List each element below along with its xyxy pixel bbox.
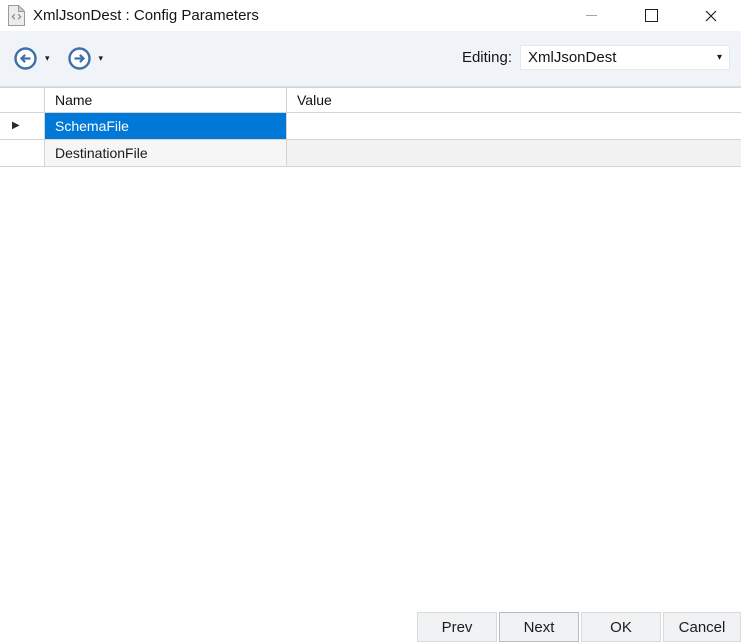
back-icon (14, 47, 37, 70)
title-bar: XmlJsonDest : Config Parameters (0, 0, 741, 31)
editing-combobox-value: XmlJsonDest (528, 49, 617, 66)
config-parameters-grid: Name Value ▶ SchemaFile DestinationFile (0, 87, 741, 638)
column-header-name[interactable]: Name (45, 88, 287, 112)
editing-combobox[interactable]: XmlJsonDest ▾ (520, 45, 730, 70)
table-row-schemafile: ▶ SchemaFile (0, 113, 741, 140)
editing-label: Editing: (461, 49, 512, 66)
forward-icon (67, 47, 91, 70)
column-header-value[interactable]: Value (287, 88, 741, 112)
close-icon (705, 10, 717, 21)
back-button[interactable] (13, 46, 38, 71)
grid-header: Name Value (0, 88, 741, 113)
maximize-icon (644, 9, 658, 22)
window-controls (561, 0, 741, 31)
value-cell-destinationfile[interactable] (287, 140, 741, 166)
maximize-button[interactable] (621, 0, 681, 31)
row-selector-cell[interactable] (0, 140, 45, 166)
chevron-down-icon: ▾ (716, 51, 722, 63)
row-selector-header[interactable] (0, 88, 45, 112)
current-row-arrow-icon: ▶ (12, 120, 20, 131)
row-selector-cell[interactable]: ▶ (0, 113, 45, 139)
toolbar: ▾ ▾ Editing: XmlJsonDest ▾ (0, 31, 741, 87)
forward-dropdown-caret[interactable]: ▾ (99, 46, 104, 71)
minimize-icon (585, 15, 597, 16)
editing-group: Editing: XmlJsonDest ▾ (462, 45, 730, 70)
value-cell-schemafile[interactable] (287, 113, 741, 139)
name-cell-destinationfile[interactable]: DestinationFile (45, 140, 287, 166)
minimize-button[interactable] (561, 0, 621, 31)
xml-file-icon (8, 5, 25, 26)
name-cell-schemafile[interactable]: SchemaFile (45, 113, 287, 139)
forward-button[interactable] (67, 46, 92, 71)
table-row-destinationfile: DestinationFile (0, 140, 741, 167)
window-title: XmlJsonDest : Config Parameters (33, 7, 259, 24)
back-dropdown-caret[interactable]: ▾ (45, 46, 50, 71)
close-button[interactable] (681, 0, 741, 31)
navigation-group: ▾ ▾ (13, 46, 103, 71)
